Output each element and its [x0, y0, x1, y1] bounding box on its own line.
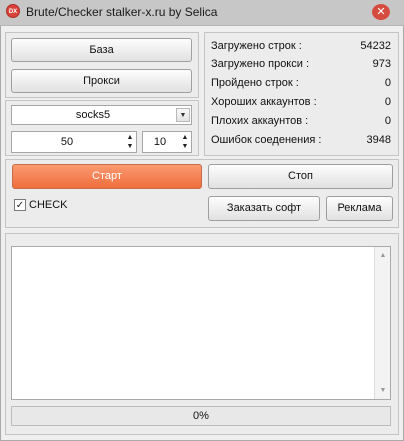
- stat-lines-passed-value: 0: [384, 77, 391, 89]
- check-checkbox[interactable]: ✓: [14, 199, 26, 211]
- timeout-value: 10: [153, 136, 167, 148]
- ads-button[interactable]: Реклама: [326, 196, 393, 221]
- window-title: Brute/Checker stalker-x.ru by Selica: [26, 5, 218, 19]
- order-software-button[interactable]: Заказать софт: [208, 196, 320, 221]
- log-group: ▲ ▼ 0%: [5, 233, 399, 435]
- scroll-up-icon[interactable]: ▲: [375, 248, 391, 262]
- stat-proxies-loaded-label: Загружено прокси :: [211, 58, 310, 70]
- spin-down-icon[interactable]: ▼: [125, 143, 135, 150]
- threads-stepper[interactable]: 50 ▲ ▼: [11, 131, 137, 153]
- close-button[interactable]: ✕: [372, 4, 390, 20]
- load-group: База Прокси: [5, 32, 199, 98]
- stat-lines-loaded-value: 54232: [360, 40, 391, 52]
- progress-text: 0%: [193, 410, 209, 422]
- timeout-stepper[interactable]: 10 ▲ ▼: [142, 131, 192, 153]
- stat-connection-errors-label: Ошибок соеденения :: [211, 134, 322, 146]
- stat-bad-accounts-value: 0: [384, 115, 391, 127]
- threads-value: 50: [60, 136, 74, 148]
- spin-up-icon[interactable]: ▲: [180, 134, 190, 141]
- check-label: CHECK: [29, 199, 68, 211]
- proxy-type-value: socks5: [75, 109, 111, 121]
- log-textarea[interactable]: ▲ ▼: [11, 246, 391, 400]
- settings-group: socks5 ▼ 50 ▲ ▼ 10 ▲ ▼: [5, 100, 199, 156]
- app-logo-icon: DX: [6, 4, 20, 18]
- stat-proxies-loaded-value: 973: [372, 58, 391, 70]
- stat-lines-passed-label: Пройдено строк :: [211, 77, 299, 89]
- stat-connection-errors-value: 3948: [366, 134, 391, 146]
- stop-button[interactable]: Стоп: [208, 164, 393, 189]
- stat-good-accounts-value: 0: [384, 96, 391, 108]
- checkmark-icon: ✓: [15, 200, 25, 211]
- control-group: Старт Стоп ✓ CHECK Заказать софт Реклама: [5, 159, 399, 228]
- start-button[interactable]: Старт: [12, 164, 202, 189]
- chevron-down-icon[interactable]: ▼: [176, 108, 190, 122]
- proxy-type-select[interactable]: socks5 ▼: [11, 105, 192, 125]
- scroll-down-icon[interactable]: ▼: [375, 383, 391, 397]
- close-icon: ✕: [376, 6, 386, 18]
- load-base-button[interactable]: База: [11, 38, 192, 62]
- progress-bar: 0%: [11, 406, 391, 426]
- stats-panel: Загружено строк : 54232 Загружено прокси…: [204, 32, 399, 156]
- stat-good-accounts-label: Хороших аккаунтов :: [211, 96, 317, 108]
- spin-down-icon[interactable]: ▼: [180, 143, 190, 150]
- title-bar: DX Brute/Checker stalker-x.ru by Selica …: [0, 0, 404, 26]
- spin-up-icon[interactable]: ▲: [125, 134, 135, 141]
- stat-bad-accounts-label: Плохих аккаунтов :: [211, 115, 309, 127]
- log-scrollbar[interactable]: ▲ ▼: [374, 247, 390, 399]
- load-proxy-button[interactable]: Прокси: [11, 69, 192, 93]
- stat-lines-loaded-label: Загружено строк :: [211, 40, 302, 52]
